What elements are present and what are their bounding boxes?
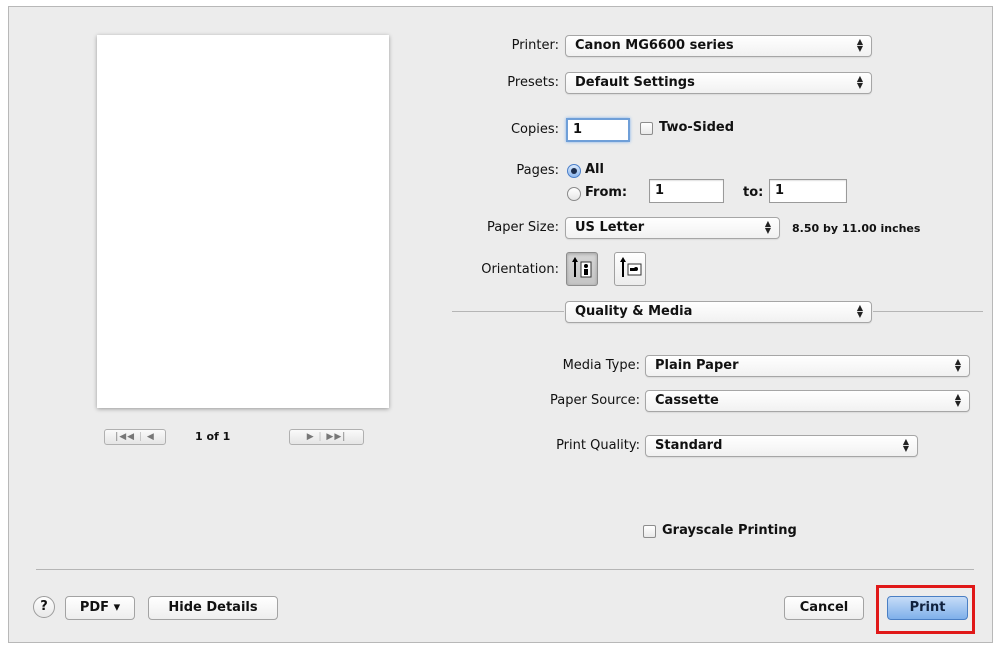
paper-source-label: Paper Source:	[550, 393, 640, 408]
popup-arrows-icon: ▲ ▼	[856, 74, 864, 90]
media-type-label: Media Type:	[562, 358, 640, 373]
presets-value: Default Settings	[575, 75, 695, 90]
pdf-menu-button[interactable]: PDF ▾	[65, 596, 135, 620]
footer-divider	[36, 569, 974, 570]
last-page-icon[interactable]: ▶▶|	[326, 432, 346, 442]
grayscale-checkbox[interactable]	[643, 525, 656, 538]
pages-from-label: From:	[585, 185, 628, 200]
pages-all-label: All	[585, 162, 604, 177]
paper-size-label: Paper Size:	[486, 220, 559, 235]
print-button-highlight	[876, 585, 975, 634]
popup-arrows-icon: ▲ ▼	[856, 303, 864, 319]
print-dialog: |◀◀ | ◀ 1 of 1 ▶ | ▶▶| Printer: Canon MG…	[8, 6, 993, 643]
paper-source-value: Cassette	[655, 393, 719, 408]
portrait-orientation-button[interactable]	[566, 252, 598, 286]
hide-details-button[interactable]: Hide Details	[148, 596, 278, 620]
pages-label: Pages:	[516, 163, 559, 178]
section-divider-right	[873, 311, 983, 312]
popup-arrows-icon: ▲ ▼	[764, 219, 772, 235]
printer-value: Canon MG6600 series	[575, 38, 734, 53]
portrait-icon	[572, 257, 592, 278]
popup-arrows-icon: ▲ ▼	[954, 357, 962, 373]
copies-field[interactable]: 1	[566, 118, 630, 142]
page-preview	[97, 35, 389, 408]
preview-nav-forward-group[interactable]: ▶ | ▶▶|	[289, 429, 364, 445]
popup-arrows-icon: ▲ ▼	[902, 437, 910, 453]
print-quality-popup[interactable]: Standard ▲ ▼	[645, 435, 918, 457]
printer-popup[interactable]: Canon MG6600 series ▲ ▼	[565, 35, 872, 57]
presets-label: Presets:	[507, 75, 559, 90]
popup-arrows-icon: ▲ ▼	[954, 392, 962, 408]
landscape-icon	[620, 257, 642, 277]
pages-to-label: to:	[743, 185, 764, 200]
preview-nav-back-group[interactable]: |◀◀ | ◀	[104, 429, 166, 445]
print-quality-label: Print Quality:	[556, 438, 640, 453]
prev-page-icon[interactable]: ◀	[147, 432, 155, 442]
paper-size-dimensions: 8.50 by 11.00 inches	[792, 222, 921, 235]
pages-all-radio[interactable]	[567, 164, 581, 178]
next-page-icon[interactable]: ▶	[307, 432, 315, 442]
pages-to-field[interactable]: 1	[769, 179, 847, 203]
orientation-label: Orientation:	[481, 262, 559, 277]
cancel-button[interactable]: Cancel	[784, 596, 864, 620]
copies-label: Copies:	[510, 122, 559, 137]
media-type-popup[interactable]: Plain Paper ▲ ▼	[645, 355, 970, 377]
pages-from-field[interactable]: 1	[649, 179, 724, 203]
section-divider-left	[452, 311, 564, 312]
paper-size-value: US Letter	[575, 220, 645, 235]
two-sided-checkbox[interactable]	[640, 122, 653, 135]
pages-from-radio[interactable]	[567, 187, 581, 201]
landscape-orientation-button[interactable]	[614, 252, 646, 286]
section-value: Quality & Media	[575, 304, 693, 319]
popup-arrows-icon: ▲ ▼	[856, 37, 864, 53]
presets-popup[interactable]: Default Settings ▲ ▼	[565, 72, 872, 94]
media-type-value: Plain Paper	[655, 358, 739, 373]
first-page-icon[interactable]: |◀◀	[115, 432, 135, 442]
help-button[interactable]: ?	[33, 596, 55, 618]
paper-size-popup[interactable]: US Letter ▲ ▼	[565, 217, 780, 239]
paper-source-popup[interactable]: Cassette ▲ ▼	[645, 390, 970, 412]
section-popup[interactable]: Quality & Media ▲ ▼	[565, 301, 872, 323]
print-quality-value: Standard	[655, 438, 723, 453]
printer-label: Printer:	[511, 38, 559, 53]
grayscale-label: Grayscale Printing	[662, 523, 797, 538]
page-indicator: 1 of 1	[195, 430, 231, 443]
two-sided-label: Two-Sided	[659, 120, 735, 135]
